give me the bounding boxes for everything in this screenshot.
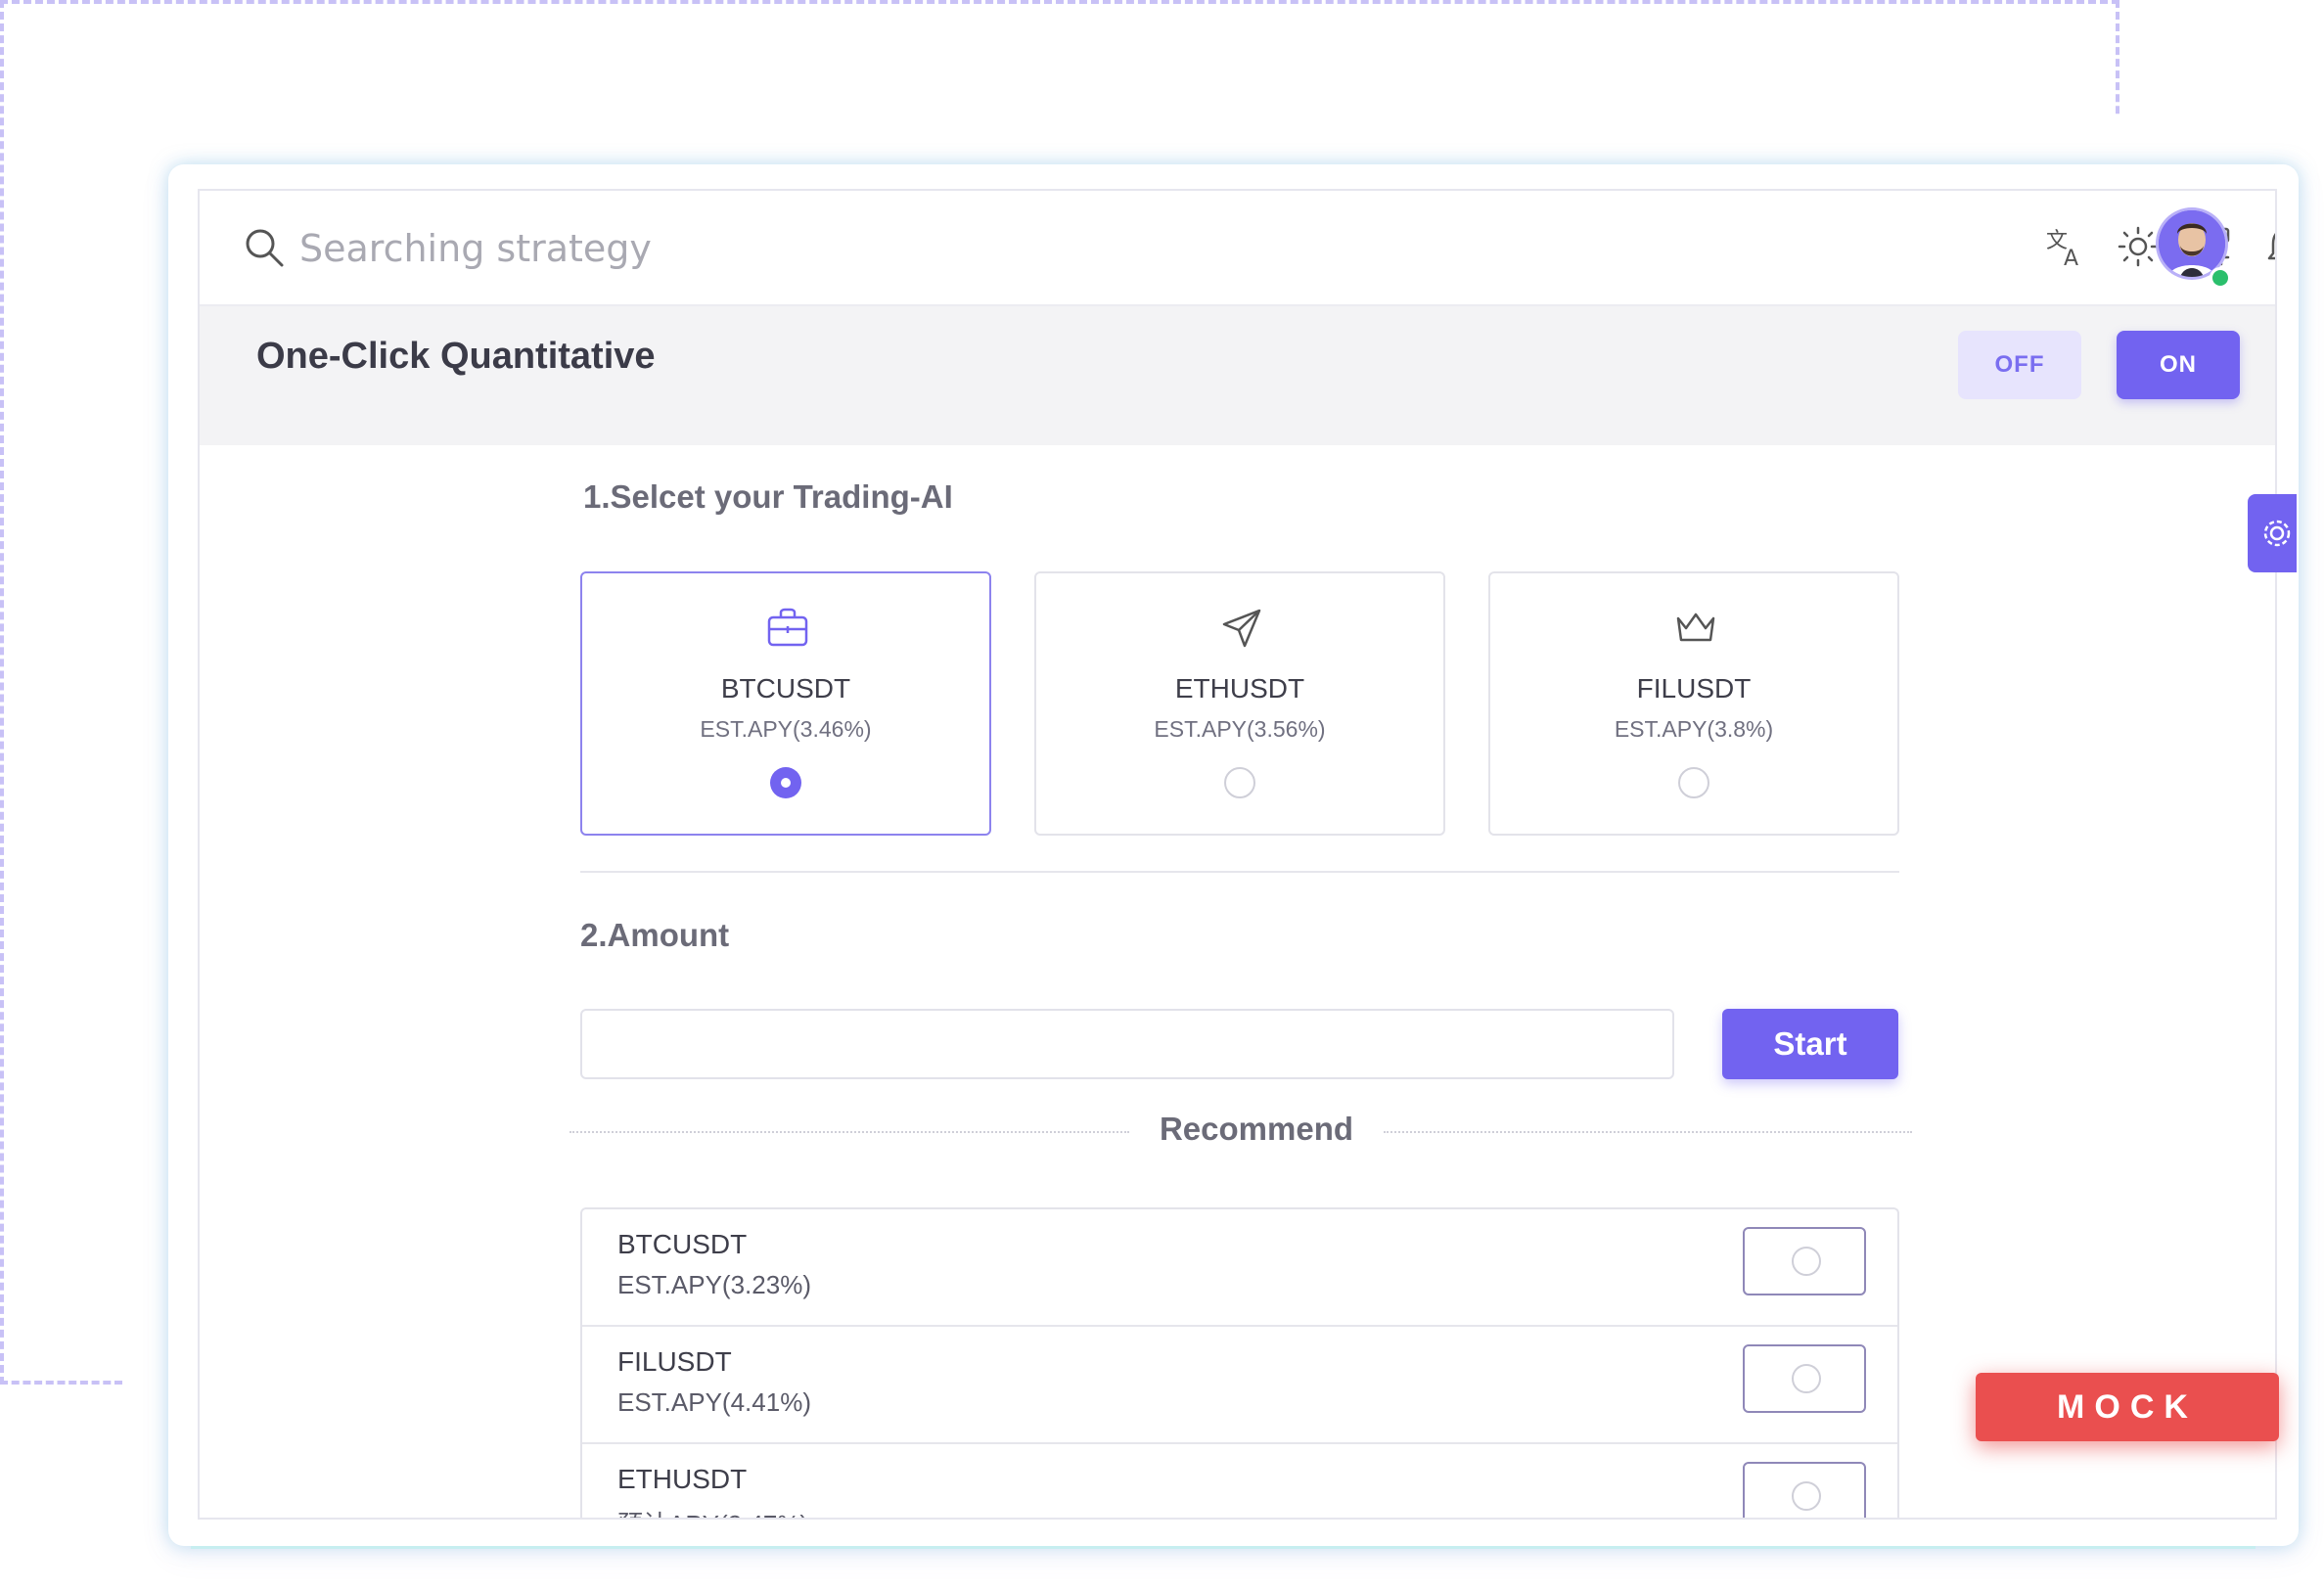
recommend-label: Recommend [1159, 1111, 1354, 1147]
bell-icon[interactable] [2262, 224, 2277, 269]
off-button[interactable]: OFF [1958, 331, 2081, 399]
card-name: FILUSDT [1636, 673, 1752, 704]
decorative-dashed-bottom [0, 1381, 122, 1385]
decorative-dashed-left [0, 0, 4, 1385]
page-header: One-Click Quantitative OFF ON [200, 306, 2275, 445]
online-status-dot [2210, 267, 2231, 289]
search-icon[interactable] [243, 226, 286, 269]
settings-tab[interactable] [2248, 494, 2297, 572]
radio-selected[interactable] [770, 767, 801, 798]
section-title-trading-ai: 1.Selcet your Trading-AI [583, 478, 953, 515]
card-apy: EST.APY(3.56%) [1154, 716, 1326, 742]
rec-item-apy: 预计APY(2.47%) [617, 1505, 808, 1518]
rec-select-button[interactable] [1743, 1227, 1866, 1295]
rec-select-button[interactable] [1743, 1344, 1866, 1413]
rec-select-button[interactable] [1743, 1462, 1866, 1518]
rec-item-apy: EST.APY(3.23%) [617, 1270, 811, 1299]
gear-icon [2263, 520, 2291, 547]
rec-item-name: FILUSDT [617, 1346, 732, 1377]
section-title-amount: 2.Amount [580, 917, 730, 953]
radio-unselected [1792, 1481, 1821, 1511]
amount-input[interactable] [580, 1009, 1674, 1079]
radio-unselected[interactable] [1224, 767, 1255, 798]
top-bar: 文 A 5 [200, 191, 2275, 306]
list-item: FILUSDT EST.APY(4.41%) [582, 1327, 1897, 1444]
strategy-card-btcusdt[interactable]: BTCUSDT EST.APY(3.46%) [580, 571, 991, 836]
search-input[interactable] [297, 218, 1182, 279]
user-avatar-icon [2159, 210, 2225, 277]
recommend-divider-right [1384, 1131, 1912, 1133]
list-item: ETHUSDT 预计APY(2.47%) [582, 1444, 1897, 1518]
strategy-card-ethusdt[interactable]: ETHUSDT EST.APY(3.56%) [1034, 571, 1445, 836]
crown-icon [1676, 613, 1715, 642]
list-item: BTCUSDT EST.APY(3.23%) [582, 1209, 1897, 1327]
card-name: ETHUSDT [1174, 673, 1305, 704]
page-title: One-Click Quantitative [256, 336, 656, 377]
translate-icon[interactable]: 文 A [2042, 224, 2087, 269]
app-window: 文 A 5 [198, 189, 2277, 1520]
radio-unselected[interactable] [1678, 767, 1709, 798]
recommend-list: BTCUSDT EST.APY(3.23%) FILUSDT EST.APY(4… [580, 1207, 1899, 1518]
on-button[interactable]: ON [2117, 331, 2240, 399]
card-apy: EST.APY(3.8%) [1614, 716, 1774, 742]
send-icon [1222, 609, 1261, 648]
avatar[interactable] [2159, 210, 2225, 277]
rec-item-name: ETHUSDT [617, 1464, 748, 1494]
strategy-card-filusdt[interactable]: FILUSDT EST.APY(3.8%) [1488, 571, 1899, 836]
recommend-divider-left [570, 1131, 1129, 1133]
card-name: BTCUSDT [720, 673, 851, 704]
rec-item-apy: EST.APY(4.41%) [617, 1387, 811, 1417]
svg-text:A: A [2064, 247, 2078, 269]
briefcase-icon [767, 608, 808, 647]
section-divider [580, 871, 1899, 873]
sun-icon[interactable] [2116, 224, 2161, 269]
start-button[interactable]: Start [1722, 1009, 1898, 1079]
radio-unselected [1792, 1247, 1821, 1276]
decorative-bottom-line [191, 1546, 2256, 1549]
mock-button[interactable]: MOCK [1976, 1373, 2279, 1441]
rec-item-name: BTCUSDT [617, 1229, 748, 1259]
card-apy: EST.APY(3.46%) [700, 716, 872, 742]
radio-unselected [1792, 1364, 1821, 1393]
